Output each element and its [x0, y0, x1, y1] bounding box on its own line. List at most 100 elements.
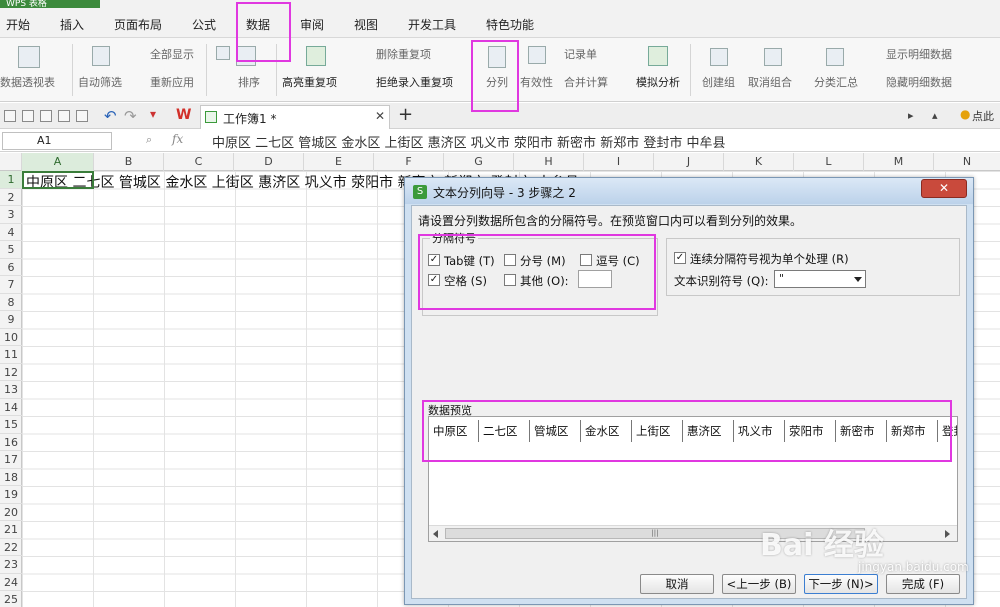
export-pdf-icon[interactable] [58, 110, 70, 122]
reapply-button[interactable]: 重新应用 [150, 74, 194, 90]
column-header[interactable]: C [164, 153, 234, 171]
scroll-left-icon[interactable] [433, 530, 438, 538]
row-header[interactable]: 10 [0, 329, 22, 346]
row-header[interactable]: 1 [0, 171, 22, 189]
highlight-split-button [471, 40, 519, 112]
close-button[interactable]: ✕ [921, 179, 967, 198]
print-icon[interactable] [40, 110, 52, 122]
close-tab-icon[interactable]: ✕ [375, 109, 385, 123]
column-header[interactable]: A [22, 153, 94, 171]
row-header[interactable]: 12 [0, 364, 22, 381]
sort-button[interactable]: 排序 [238, 74, 260, 90]
tab-review[interactable]: 审阅 [300, 16, 324, 33]
new-tab-icon[interactable]: + [398, 104, 413, 125]
dialog-description: 请设置分列数据所包含的分隔符号。在预览窗口内可以看到分列的效果。 [418, 214, 803, 228]
column-header[interactable]: E [304, 153, 374, 171]
column-header[interactable]: D [234, 153, 304, 171]
tab-view[interactable]: 视图 [354, 16, 378, 33]
highlight-duplicates-button[interactable]: 高亮重复项 [282, 74, 337, 90]
toolbar-icon[interactable]: ▴ [932, 109, 938, 122]
tab-home[interactable]: 开始 [6, 16, 30, 33]
remove-duplicates-button[interactable]: 删除重复项 [376, 46, 431, 62]
scroll-right-icon[interactable] [945, 530, 950, 538]
row-header[interactable]: 6 [0, 259, 22, 276]
row-header[interactable]: 9 [0, 311, 22, 329]
document-tab[interactable]: 工作簿1 * ✕ [200, 105, 390, 129]
row-header[interactable]: 11 [0, 346, 22, 364]
tab-page-layout[interactable]: 页面布局 [114, 16, 162, 33]
autofilter-button[interactable]: 自动筛选 [78, 74, 122, 90]
wps-spreadsheet-icon: S [413, 185, 427, 199]
row-header[interactable]: 2 [0, 189, 22, 206]
column-header[interactable]: G [444, 153, 514, 171]
reject-duplicates-button[interactable]: 拒绝录入重复项 [376, 74, 453, 90]
record-form-button[interactable]: 记录单 [564, 46, 597, 62]
finish-button[interactable]: 完成 (F) [886, 574, 960, 594]
column-header[interactable]: M [864, 153, 934, 171]
simulation-analysis-button[interactable]: 模拟分析 [636, 74, 680, 90]
subtotal-button[interactable]: 分类汇总 [814, 74, 858, 90]
show-all-button[interactable]: 全部显示 [150, 46, 194, 62]
row-header[interactable]: 4 [0, 224, 22, 241]
row-header[interactable]: 5 [0, 241, 22, 259]
formula-content[interactable]: 中原区 二七区 管城区 金水区 上街区 惠济区 巩义市 荥阳市 新密市 新郑市 … [212, 132, 725, 151]
column-header[interactable]: L [794, 153, 864, 171]
name-box[interactable]: A1 [2, 132, 112, 150]
row-header[interactable]: 16 [0, 434, 22, 451]
ungroup-button[interactable]: 取消组合 [748, 74, 792, 90]
menu-icon[interactable] [4, 110, 16, 122]
column-header[interactable]: I [584, 153, 654, 171]
validity-button[interactable]: 有效性 [520, 74, 553, 90]
redo-icon[interactable]: ↷ [124, 107, 137, 125]
column-header[interactable]: J [654, 153, 724, 171]
zoom-icon[interactable]: ⌕ [146, 133, 152, 147]
row-header[interactable]: 7 [0, 276, 22, 294]
dropdown-arrow-icon[interactable]: ▾ [150, 107, 156, 121]
show-detail-button[interactable]: 显示明细数据 [886, 46, 952, 62]
row-header[interactable]: 18 [0, 469, 22, 486]
column-header[interactable]: F [374, 153, 444, 171]
toolbar-icon[interactable]: ▸ [908, 109, 914, 122]
row-header[interactable]: 23 [0, 556, 22, 574]
row-header[interactable]: 24 [0, 574, 22, 591]
column-header[interactable]: N [934, 153, 1000, 171]
row-header[interactable]: 8 [0, 294, 22, 311]
row-header[interactable]: 14 [0, 399, 22, 416]
merge-calc-button[interactable]: 合并计算 [564, 74, 608, 90]
pivot-table-icon [18, 46, 40, 68]
column-header[interactable]: K [724, 153, 794, 171]
next-button[interactable]: 下一步 (N)> [804, 574, 878, 594]
tab-insert[interactable]: 插入 [60, 16, 84, 33]
active-cell-a1[interactable] [22, 171, 94, 189]
column-header[interactable]: B [94, 153, 164, 171]
row-header[interactable]: 13 [0, 381, 22, 399]
row-header[interactable]: 21 [0, 521, 22, 539]
function-icon[interactable]: fx [172, 132, 183, 146]
row-header[interactable]: 19 [0, 486, 22, 504]
tab-developer[interactable]: 开发工具 [408, 16, 456, 33]
text-qualifier-select[interactable]: " [774, 270, 866, 288]
undo-icon[interactable]: ↶ [104, 107, 117, 125]
row-header[interactable]: 3 [0, 206, 22, 224]
row-header[interactable]: 17 [0, 451, 22, 469]
validity-icon [528, 46, 546, 64]
help-link[interactable]: 点此 [972, 108, 994, 124]
create-group-button[interactable]: 创建组 [702, 74, 735, 90]
row-header[interactable]: 22 [0, 539, 22, 556]
row-header[interactable]: 20 [0, 504, 22, 521]
consecutive-delimiter-checkbox[interactable]: ✓ [674, 252, 686, 264]
pivot-table-button[interactable]: 数据透视表 [0, 74, 55, 90]
select-all-corner[interactable] [0, 153, 22, 171]
hide-detail-button[interactable]: 隐藏明细数据 [886, 74, 952, 90]
tab-features[interactable]: 特色功能 [486, 16, 534, 33]
print-preview-icon[interactable] [76, 110, 88, 122]
row-header[interactable]: 25 [0, 591, 22, 607]
row-header[interactable]: 15 [0, 416, 22, 434]
dialog-title-bar[interactable]: S 文本分列向导 - 3 步骤之 2 ✕ [405, 178, 973, 204]
column-header[interactable]: H [514, 153, 584, 171]
tab-formula[interactable]: 公式 [192, 16, 216, 33]
dialog-title: 文本分列向导 - 3 步骤之 2 [433, 186, 576, 200]
save-icon[interactable] [22, 110, 34, 122]
cancel-button[interactable]: 取消 [640, 574, 714, 594]
back-button[interactable]: <上一步 (B) [722, 574, 796, 594]
